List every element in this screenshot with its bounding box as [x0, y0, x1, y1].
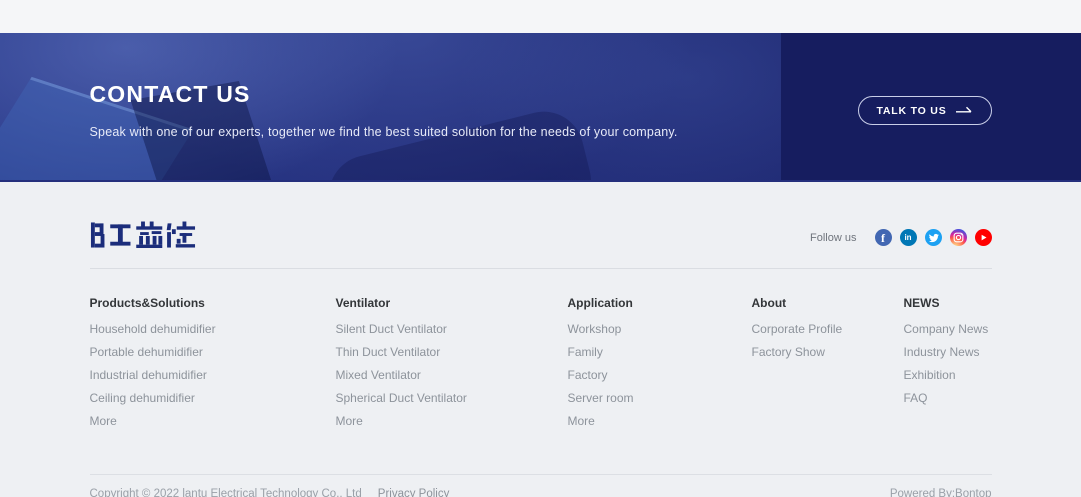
footer-link[interactable]: Family [568, 346, 752, 358]
privacy-policy-link[interactable]: Privacy Policy [378, 488, 450, 497]
company-logo[interactable] [90, 220, 196, 255]
legal-row: Copyright © 2022 lantu Electrical Techno… [90, 474, 992, 497]
footer-link[interactable]: Company News [904, 323, 992, 335]
footer-link[interactable]: More [90, 415, 336, 427]
nav-column-title: Products&Solutions [90, 296, 336, 310]
linkedin-icon[interactable]: in [900, 229, 917, 246]
footer-link[interactable]: Silent Duct Ventilator [336, 323, 568, 335]
nav-column-application: Application Workshop Family Factory Server … [568, 296, 752, 438]
nav-column-title: Application [568, 296, 752, 310]
footer-link[interactable]: FAQ [904, 392, 992, 404]
brand-row: Follow us f in [90, 220, 992, 269]
youtube-icon[interactable] [975, 229, 992, 246]
page-top-strip [0, 0, 1081, 33]
talk-to-us-button[interactable]: TALK TO US [858, 96, 991, 125]
arrow-right-icon [956, 105, 974, 117]
footer-link[interactable]: Industrial dehumidifier [90, 369, 336, 381]
nav-column-title: Ventilator [336, 296, 568, 310]
footer-link[interactable]: Portable dehumidifier [90, 346, 336, 358]
social-links: Follow us f in [810, 229, 991, 246]
footer-link[interactable]: Thin Duct Ventilator [336, 346, 568, 358]
copyright-text: Copyright © 2022 lantu Electrical Techno… [90, 488, 362, 497]
contact-banner: CONTACT US Speak with one of our experts… [0, 33, 1081, 182]
footer-link[interactable]: Exhibition [904, 369, 992, 381]
contact-title: CONTACT US [90, 33, 992, 108]
footer-link[interactable]: Factory Show [752, 346, 904, 358]
nav-column-title: About [752, 296, 904, 310]
powered-by-link[interactable]: Powered By:Bontop [890, 488, 992, 497]
follow-us-label: Follow us [810, 232, 856, 244]
nav-column-products: Products&Solutions Household dehumidifie… [90, 296, 336, 438]
nav-column-news: NEWS Company News Industry News Exhibition… [904, 296, 992, 438]
footer-link[interactable]: Factory [568, 369, 752, 381]
instagram-icon[interactable] [950, 229, 967, 246]
footer-link[interactable]: Workshop [568, 323, 752, 335]
footer-link[interactable]: Industry News [904, 346, 992, 358]
nav-column-title: NEWS [904, 296, 992, 310]
talk-to-us-label: TALK TO US [876, 105, 946, 117]
footer-link[interactable]: Corporate Profile [752, 323, 904, 335]
footer-link[interactable]: Household dehumidifier [90, 323, 336, 335]
footer-link[interactable]: Spherical Duct Ventilator [336, 392, 568, 404]
footer-link[interactable]: More [336, 415, 568, 427]
nav-column-ventilator: Ventilator Silent Duct Ventilator Thin Du… [336, 296, 568, 438]
footer-link[interactable]: Ceiling dehumidifier [90, 392, 336, 404]
facebook-icon[interactable]: f [875, 229, 892, 246]
twitter-icon[interactable] [925, 229, 942, 246]
logo-glyphs [90, 220, 196, 250]
footer: Follow us f in [0, 182, 1081, 497]
contact-subtitle: Speak with one of our experts, together … [90, 125, 992, 139]
nav-column-about: About Corporate Profile Factory Show [752, 296, 904, 438]
footer-link[interactable]: Server room [568, 392, 752, 404]
footer-nav: Products&Solutions Household dehumidifie… [90, 269, 992, 438]
footer-link[interactable]: More [568, 415, 752, 427]
footer-link[interactable]: Mixed Ventilator [336, 369, 568, 381]
